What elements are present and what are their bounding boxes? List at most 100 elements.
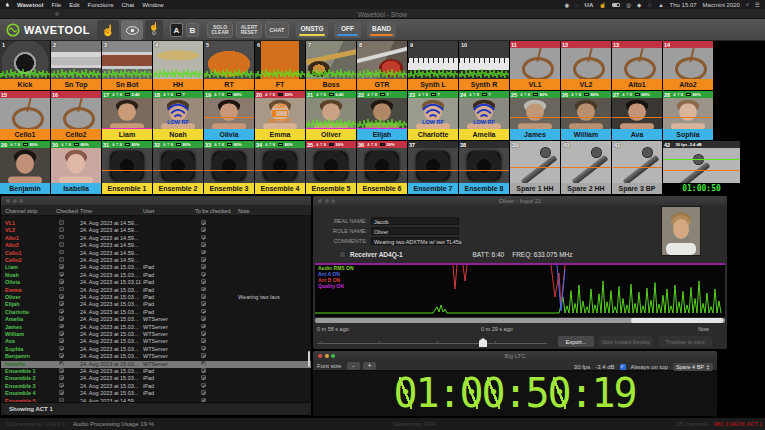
channel-strip-22[interactable]: 22A T B?Elijah: [357, 91, 407, 140]
field-comments[interactable]: Wearing two ADXTMs w/ two TL45s: [371, 237, 459, 246]
channel-strip-29[interactable]: 29A T B80%Benjamin: [0, 141, 50, 194]
hand-icon[interactable]: ☝: [599, 2, 606, 8]
checked-checkbox[interactable]: [59, 235, 64, 240]
checked-checkbox[interactable]: [59, 361, 64, 366]
channel-strip-40[interactable]: 40Spare 2 HH: [561, 141, 611, 194]
battery-icon[interactable]: [612, 3, 620, 7]
checked-checkbox[interactable]: [59, 250, 64, 255]
checked-checkbox[interactable]: [59, 301, 64, 306]
check-row-ensemble-2[interactable]: Ensemble 224. Aug 2023 at 15.03...iPad: [1, 375, 311, 382]
receiver-window-titlebar[interactable]: Oliver - Input 21: [313, 196, 727, 205]
to-be-checked-checkbox[interactable]: [201, 279, 206, 284]
to-be-checked-checkbox[interactable]: [201, 250, 206, 255]
check-row-cello1[interactable]: Cello124. Aug 2023 at 14.59...: [1, 250, 311, 257]
checked-checkbox[interactable]: [59, 294, 64, 299]
channel-strip-13[interactable]: 13Alto1: [612, 41, 662, 90]
menu-item-edit[interactable]: Edit: [69, 2, 79, 8]
check-row-liam[interactable]: Liam24. Aug 2023 at 15.03...iPad: [1, 264, 311, 271]
alert-reset-button[interactable]: ALERTRESET: [236, 22, 262, 38]
checked-checkbox[interactable]: [59, 331, 64, 336]
view-tab-band[interactable]: BAND: [367, 22, 396, 38]
channel-strip-9[interactable]: 9Synth L: [408, 41, 458, 90]
check-row-vl2[interactable]: VL224. Aug 2023 at 14.59...: [1, 227, 311, 234]
channel-strip-37[interactable]: 37Ensemble 7: [408, 141, 458, 194]
checked-checkbox[interactable]: [59, 227, 64, 232]
mic-check-window-titlebar[interactable]: [1, 196, 311, 205]
channel-strip-24[interactable]: 24A T B?LOW RFAmelia: [459, 91, 509, 140]
check-row-ensemble-3[interactable]: Ensemble 324. Aug 2023 at 15.03...iPad: [1, 383, 311, 390]
check-row-benjamin[interactable]: Benjamin24. Aug 2023 at 15.03...WTServer: [1, 353, 311, 360]
to-be-checked-checkbox[interactable]: [201, 375, 206, 380]
to-be-checked-checkbox[interactable]: [201, 235, 206, 240]
channel-strip-21[interactable]: 21A T B6:40Oliver: [306, 91, 356, 140]
display-icon[interactable]: ◌: [575, 2, 578, 8]
check-row-ensemble-1[interactable]: Ensemble 124. Aug 2023 at 15.03...iPad: [1, 368, 311, 375]
to-be-checked-checkbox[interactable]: [201, 257, 206, 262]
chat-button[interactable]: CHAT: [265, 22, 289, 38]
notification-icon[interactable]: ▲: [658, 2, 663, 8]
layout-b-button[interactable]: B: [186, 23, 199, 37]
checked-checkbox[interactable]: [59, 242, 64, 247]
main-window-titlebar[interactable]: Wavetool - Show: [0, 9, 765, 19]
to-be-checked-checkbox[interactable]: [201, 294, 206, 299]
view-tab-off[interactable]: OFF: [334, 22, 361, 38]
rf-audio-history-chart[interactable]: Audio RMS ONAnt A ONAnt B ONQuality ON: [315, 263, 725, 317]
channel-strip-20[interactable]: 20A T B20%LOWBATTERYEmma: [255, 91, 305, 140]
mixer-mode-button[interactable]: ☝: [97, 20, 119, 40]
ltc-source-dropdown[interactable]: Spare 4 BP▲▼: [673, 363, 713, 371]
minimize-button[interactable]: [13, 199, 17, 203]
settings-mode-button[interactable]: ☝⚙: [145, 20, 163, 40]
input-source[interactable]: UA: [585, 2, 594, 8]
channel-strip-1[interactable]: 1Kick: [0, 41, 50, 90]
checked-checkbox[interactable]: [59, 264, 64, 269]
checked-checkbox[interactable]: [59, 346, 64, 351]
channel-strip-18[interactable]: 18A T B?LOW RFNoah: [153, 91, 203, 140]
to-be-checked-checkbox[interactable]: [201, 398, 206, 402]
checked-checkbox[interactable]: [59, 309, 64, 314]
channel-strip-42[interactable]: 4230 fps -3.4 dB01:00:50: [663, 141, 740, 194]
dropbox-icon[interactable]: ◆: [637, 2, 641, 8]
channel-strip-6[interactable]: 6FT: [255, 41, 305, 90]
check-row-ava[interactable]: Ava24. Aug 2023 at 15.03...WTServer: [1, 338, 311, 345]
channel-strip-26[interactable]: 26A T B80%William: [561, 91, 611, 140]
export-button[interactable]: Export...: [558, 336, 594, 347]
channel-strip-16[interactable]: 16Cello2: [51, 91, 101, 140]
to-be-checked-checkbox[interactable]: [201, 324, 206, 329]
to-be-checked-checkbox[interactable]: [201, 316, 206, 321]
to-be-checked-checkbox[interactable]: [201, 361, 206, 366]
check-row-cello2[interactable]: Cello224. Aug 2023 at 14.59...: [1, 257, 311, 264]
channel-strip-28[interactable]: 28A T B80%Sophia: [663, 91, 713, 140]
font-size-increase-button[interactable]: +: [363, 362, 376, 370]
channel-strip-25[interactable]: 25A T B80%James: [510, 91, 560, 140]
check-row-emma[interactable]: Emma24. Aug 2023 at 15.03...iPad: [1, 287, 311, 294]
channel-strip-36[interactable]: 36A T B20%Ensemble 6: [357, 141, 407, 194]
channel-strip-3[interactable]: 3Sn Bot: [102, 41, 152, 90]
check-row-elijah[interactable]: Elijah24. Aug 2023 at 15.03...iPad: [1, 301, 311, 308]
channel-strip-23[interactable]: 23A T B?LOW RFCharlotte: [408, 91, 458, 140]
solo-clear-button[interactable]: SOLOCLEAR: [207, 22, 233, 38]
checked-checkbox[interactable]: [59, 324, 64, 329]
menu-clock[interactable]: Thu 15.07: [670, 2, 697, 8]
channel-strip-41[interactable]: 41Spare 3 BP: [612, 141, 662, 194]
layout-a-button[interactable]: A: [170, 23, 183, 37]
checked-checkbox[interactable]: [59, 287, 64, 292]
checked-checkbox[interactable]: [59, 383, 64, 388]
checked-checkbox[interactable]: [59, 353, 64, 358]
timeline-to-zero-button[interactable]: Timeline to zero: [658, 336, 712, 347]
check-row-charlotte[interactable]: Charlotte24. Aug 2023 at 15.03...iPad: [1, 309, 311, 316]
channel-strip-35[interactable]: 35A T B20%Ensemble 5: [306, 141, 356, 194]
channel-strip-27[interactable]: 27A T B80%Ava: [612, 91, 662, 140]
to-be-checked-checkbox[interactable]: [201, 353, 206, 358]
to-be-checked-checkbox[interactable]: [201, 309, 206, 314]
check-row-amelia[interactable]: Amelia24. Aug 2023 at 15.03...WTServer: [1, 316, 311, 323]
check-row-noah[interactable]: Noah24. Aug 2023 at 15.03...iPad: [1, 272, 311, 279]
checked-checkbox[interactable]: [59, 375, 64, 380]
checked-checkbox[interactable]: [59, 257, 64, 262]
screen-record-icon[interactable]: ◉: [565, 2, 570, 8]
channel-strip-34[interactable]: 34A T B80%Ensemble 4: [255, 141, 305, 194]
checked-checkbox[interactable]: [59, 368, 64, 373]
channel-strip-33[interactable]: 33A T B80%Ensemble 3: [204, 141, 254, 194]
channel-strip-32[interactable]: 32A T B80%Ensemble 2: [153, 141, 203, 194]
field-rolename[interactable]: Oliver: [371, 227, 459, 236]
channel-strip-15[interactable]: 15Cello1: [0, 91, 50, 140]
